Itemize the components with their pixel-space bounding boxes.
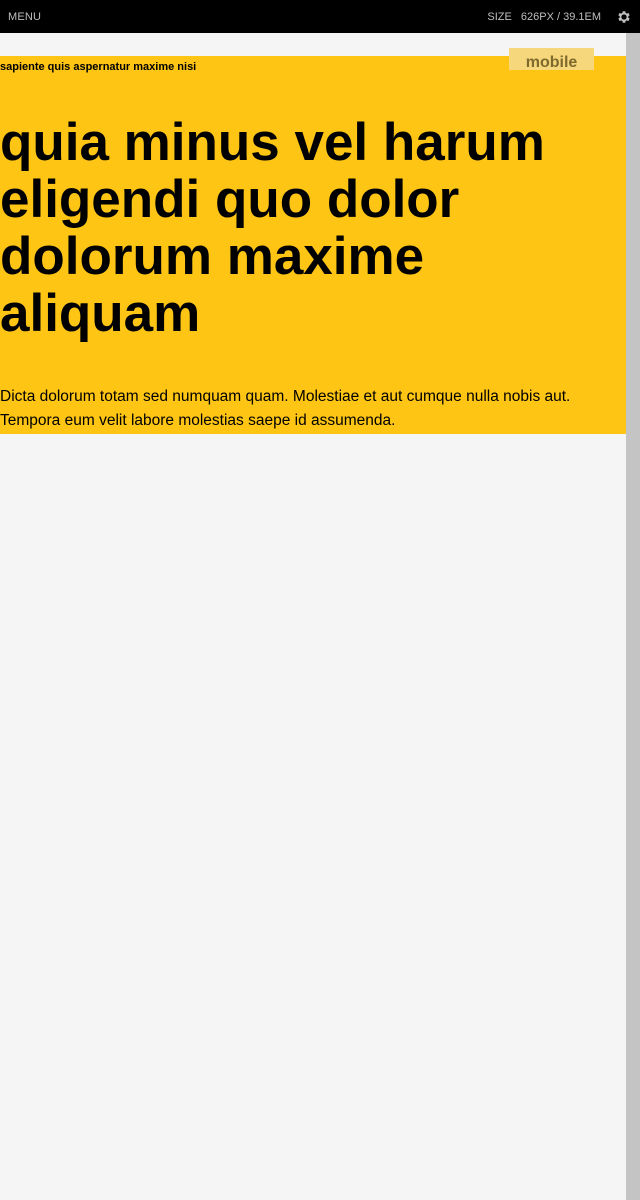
size-value: 626PX / 39.1EM — [520, 11, 601, 23]
menu-button[interactable]: MENU — [8, 11, 41, 23]
size-label: SIZE — [487, 11, 512, 23]
hero-section: sapiente quis aspernatur maxime nisi qui… — [0, 56, 626, 434]
hero-kicker: sapiente quis aspernatur maxime nisi — [0, 61, 197, 73]
scrollbar[interactable] — [626, 33, 640, 1200]
viewport-toolbar: MENU SIZE 626PX / 39.1EM — [0, 0, 640, 33]
hero-headline: quia minus vel harum eligendi quo dolor … — [0, 113, 545, 343]
hero-lead: Dicta dolorum totam sed numquam quam. Mo… — [0, 388, 571, 429]
viewport-size-readout: SIZE 626PX / 39.1EM — [487, 11, 601, 23]
gear-icon[interactable] — [616, 9, 632, 25]
preview-frame: sapiente quis aspernatur maxime nisi qui… — [0, 33, 626, 1200]
breakpoint-badge: mobile — [509, 48, 594, 71]
